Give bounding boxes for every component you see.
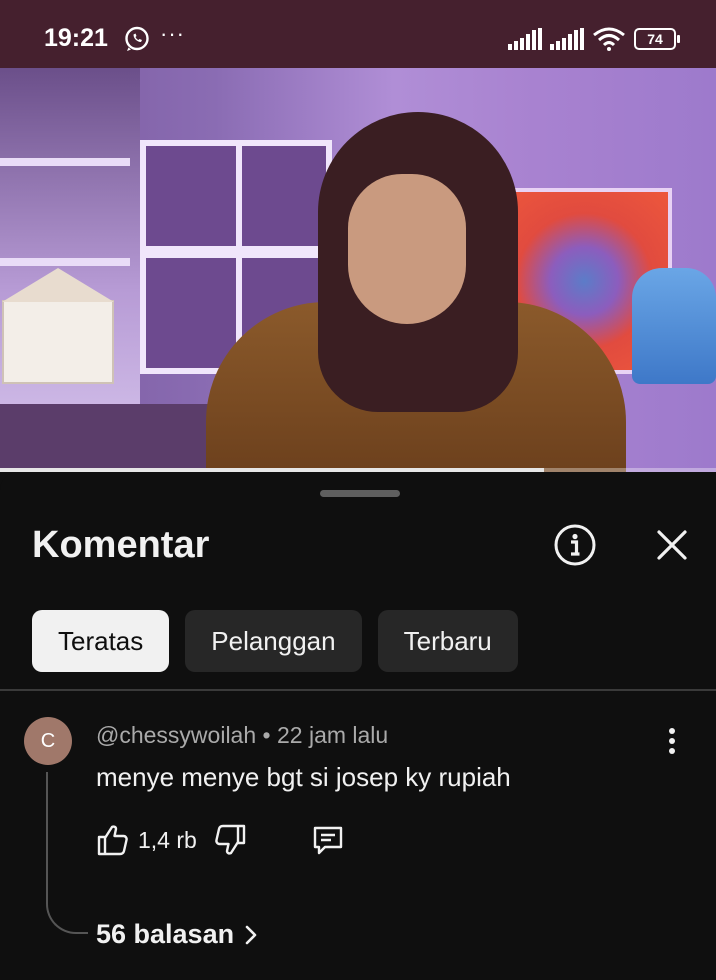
video-scene-shelf <box>0 158 130 166</box>
meta-separator: • <box>262 722 271 748</box>
comment-time: 22 jam lalu <box>276 722 389 748</box>
reply-icon[interactable] <box>311 823 345 857</box>
sort-chips: Teratas Pelanggan Terbaru <box>32 610 518 672</box>
replies-label: 56 balasan <box>96 919 235 949</box>
view-replies-button[interactable]: 56 balasan <box>96 919 260 950</box>
video-player[interactable] <box>0 68 716 472</box>
status-bar: 19:21 ··· 74 <box>0 0 716 68</box>
dislike-icon[interactable] <box>213 823 247 857</box>
like-icon[interactable] <box>96 823 130 857</box>
drag-handle[interactable] <box>320 490 400 497</box>
video-scene-toy-figure <box>632 268 716 384</box>
status-time: 19:21 <box>44 24 108 52</box>
signal-icon <box>508 28 542 50</box>
panel-title: Komentar <box>32 524 210 566</box>
more-vert-icon[interactable] <box>662 726 682 756</box>
video-scene-toy-house <box>2 268 114 384</box>
comment-meta: @chessywoilah • 22 jam lalu <box>96 722 388 749</box>
video-scene-person-face <box>348 174 466 324</box>
divider <box>0 689 716 691</box>
close-icon[interactable] <box>652 525 692 565</box>
video-scene-shelf <box>0 258 130 266</box>
comment-author[interactable]: @chessywoilah <box>96 722 256 748</box>
chevron-right-icon <box>245 925 257 944</box>
chip-pelanggan[interactable]: Pelanggan <box>185 610 362 672</box>
comment-text: menye menye bgt si josep ky rupiah <box>96 762 511 792</box>
battery-level: 74 <box>647 31 663 47</box>
comments-sheet: Komentar Teratas Pelanggan Terbaru C @ch… <box>0 472 716 980</box>
avatar[interactable]: C <box>24 717 72 765</box>
info-icon[interactable] <box>553 523 597 567</box>
wifi-icon <box>593 27 625 51</box>
signal-icon <box>550 28 584 50</box>
status-more-dots: ··· <box>160 21 185 46</box>
whatsapp-icon <box>125 26 149 51</box>
status-right-group: 74 <box>508 26 680 52</box>
video-scene-person <box>206 112 636 472</box>
comment-actions: 1,4 rb <box>96 820 345 860</box>
video-scene-desk <box>0 404 230 472</box>
chip-teratas[interactable]: Teratas <box>32 610 170 672</box>
battery-icon: 74 <box>634 28 680 50</box>
chip-terbaru[interactable]: Terbaru <box>377 610 518 672</box>
like-count: 1,4 rb <box>138 826 197 853</box>
thread-line <box>46 772 88 934</box>
